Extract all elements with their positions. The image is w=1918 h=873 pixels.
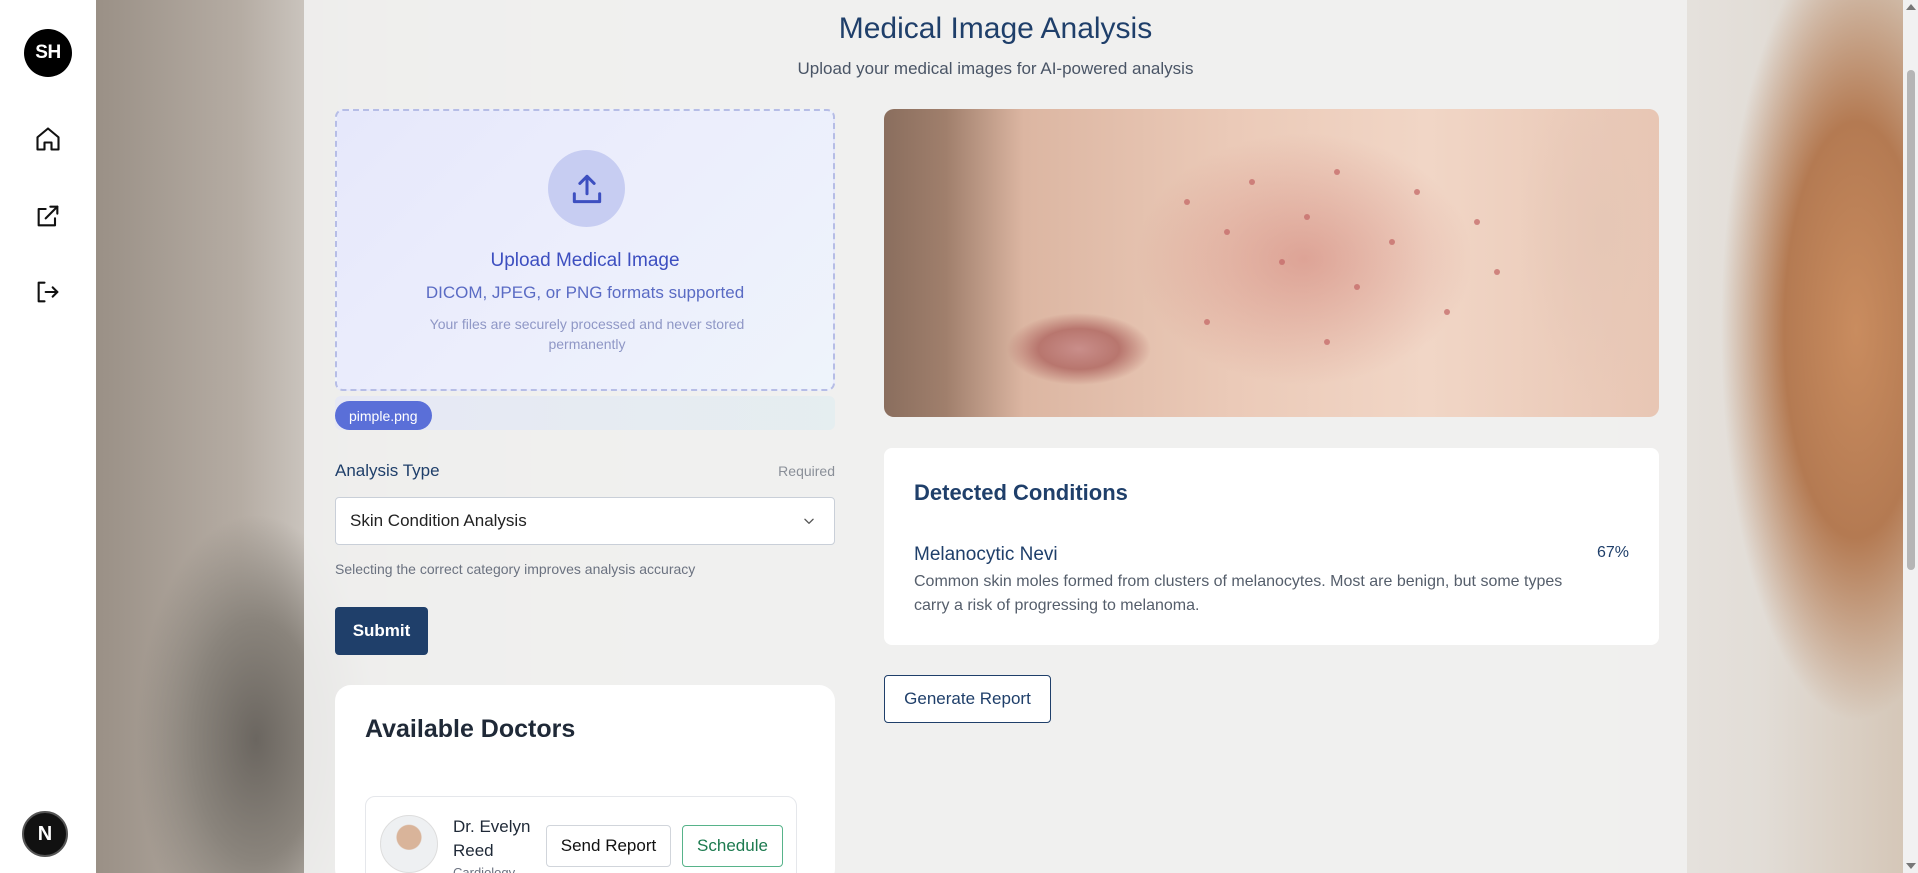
available-doctors-panel: Available Doctors Dr. Evelyn Reed Cardio… xyxy=(335,685,835,873)
user-avatar[interactable]: SH xyxy=(24,29,72,77)
scrollbar[interactable] xyxy=(1903,0,1918,873)
conditions-title: Detected Conditions xyxy=(914,480,1128,505)
schedule-button[interactable]: Schedule xyxy=(682,825,783,867)
required-label: Required xyxy=(778,463,835,479)
condition-description: Common skin moles formed from clusters o… xyxy=(914,573,1563,614)
page-title: Medical Image Analysis xyxy=(838,12,1153,45)
generate-report-button[interactable]: Generate Report xyxy=(884,675,1051,723)
upload-formats: DICOM, JPEG, or PNG formats supported xyxy=(425,283,745,302)
analysis-hint: Selecting the correct category improves … xyxy=(335,561,696,577)
page-subtitle: Upload your medical images for AI-powere… xyxy=(797,59,1194,78)
send-report-button[interactable]: Send Report xyxy=(546,825,671,867)
upload-icon xyxy=(548,150,625,227)
doctor-name: Dr. Evelyn Reed xyxy=(453,817,531,860)
external-link-icon[interactable] xyxy=(30,198,66,234)
sidebar: SH N xyxy=(0,0,96,873)
doctor-card: Dr. Evelyn Reed Cardiology Send Report S… xyxy=(365,796,797,873)
doctors-title: Available Doctors xyxy=(365,715,576,743)
scrollbar-thumb[interactable] xyxy=(1907,70,1915,570)
doctor-specialty: Cardiology xyxy=(453,865,516,873)
home-icon[interactable] xyxy=(30,121,66,157)
scroll-down-arrow-icon[interactable] xyxy=(1906,863,1916,869)
upload-note: Your files are securely processed and ne… xyxy=(429,316,745,352)
n-badge-icon[interactable]: N xyxy=(22,811,68,857)
doctor-avatar xyxy=(380,815,438,873)
submit-button[interactable]: Submit xyxy=(335,607,428,655)
condition-confidence: 67% xyxy=(1596,544,1629,561)
analysis-type-label: Analysis Type xyxy=(335,461,440,480)
condition-name: Melanocytic Nevi xyxy=(914,544,1058,565)
scroll-up-arrow-icon[interactable] xyxy=(1906,4,1916,10)
detected-conditions-panel: Detected Conditions Melanocytic Nevi 67%… xyxy=(884,448,1659,645)
file-chip[interactable]: pimple.png xyxy=(335,401,432,430)
upload-dropzone[interactable]: Upload Medical Image DICOM, JPEG, or PNG… xyxy=(335,109,835,391)
chevron-down-icon xyxy=(804,518,814,524)
logout-icon[interactable] xyxy=(30,274,66,310)
analysis-type-value: Skin Condition Analysis xyxy=(350,511,527,530)
upload-title: Upload Medical Image xyxy=(490,250,680,271)
analysis-type-select[interactable]: Skin Condition Analysis xyxy=(335,497,835,545)
uploaded-image-preview xyxy=(884,109,1659,417)
